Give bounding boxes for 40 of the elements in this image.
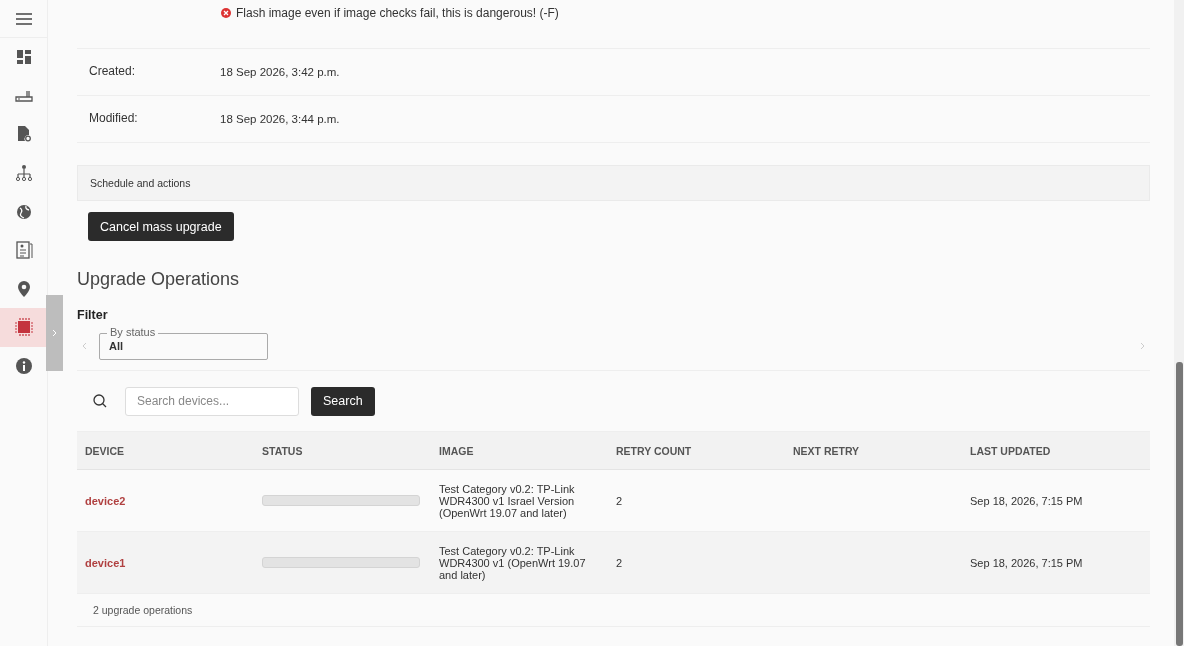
search-field[interactable]: Search devices... bbox=[125, 386, 299, 416]
column-header: STATUS bbox=[254, 431, 431, 470]
location-pin-icon bbox=[16, 280, 31, 297]
device-link[interactable]: device1 bbox=[85, 556, 126, 569]
field-value: 18 Sep 2026, 3:42 p.m. bbox=[220, 65, 341, 78]
column-header: IMAGE bbox=[431, 431, 608, 470]
chip-icon bbox=[14, 318, 33, 337]
file-gear-icon bbox=[16, 126, 31, 143]
field-value: 18 Sep 2026, 3:44 p.m. bbox=[220, 112, 341, 125]
field-label: Created: bbox=[89, 63, 137, 78]
device-link[interactable]: device2 bbox=[85, 494, 126, 507]
search-button[interactable]: Search bbox=[311, 386, 375, 416]
section-title: Upgrade Operations bbox=[77, 269, 241, 290]
table-cell: 2 bbox=[616, 494, 623, 507]
checklist-icon bbox=[14, 241, 33, 260]
globe-icon bbox=[15, 203, 32, 220]
dashboard-icon bbox=[15, 49, 32, 66]
menu-icon[interactable] bbox=[15, 12, 32, 25]
table-cell: Test Category v0.2: TP-Link WDR4300 v1 Israel Version (OpenWrt 19.07 and later) bbox=[439, 482, 575, 519]
operations-count: 2 upgrade operations bbox=[77, 594, 1150, 627]
column-header: RETRY COUNT bbox=[608, 431, 785, 470]
collapse-handle[interactable] bbox=[46, 295, 63, 371]
table-cell: 2 bbox=[616, 556, 623, 569]
option-text: Flash image even if image checks fail, this is dangerous! (-F) bbox=[236, 6, 559, 20]
column-header: NEXT RETRY bbox=[785, 431, 962, 470]
scrollbar-thumb[interactable] bbox=[1176, 362, 1183, 646]
cancel-upgrade-button[interactable]: Cancel mass upgrade bbox=[88, 212, 234, 241]
info-icon bbox=[15, 358, 32, 375]
sidebar-item[interactable] bbox=[0, 308, 47, 347]
column-header: LAST UPDATED bbox=[962, 431, 1150, 470]
search-icon bbox=[93, 394, 107, 408]
section-header: Schedule and actions bbox=[77, 165, 1150, 201]
table-cell: Sep 18, 2026, 7:15 PM bbox=[970, 556, 1083, 569]
field-label: Modified: bbox=[89, 110, 139, 125]
table-cell: Test Category v0.2: TP-Link WDR4300 v1 (OpenWrt 19.07 and later) bbox=[439, 544, 586, 581]
chevron-right-icon bbox=[52, 329, 57, 337]
filter-title: Filter bbox=[77, 308, 109, 322]
column-header: DEVICE bbox=[77, 431, 254, 470]
network-icon bbox=[14, 164, 33, 183]
table-cell: Sep 18, 2026, 7:15 PM bbox=[970, 494, 1083, 507]
